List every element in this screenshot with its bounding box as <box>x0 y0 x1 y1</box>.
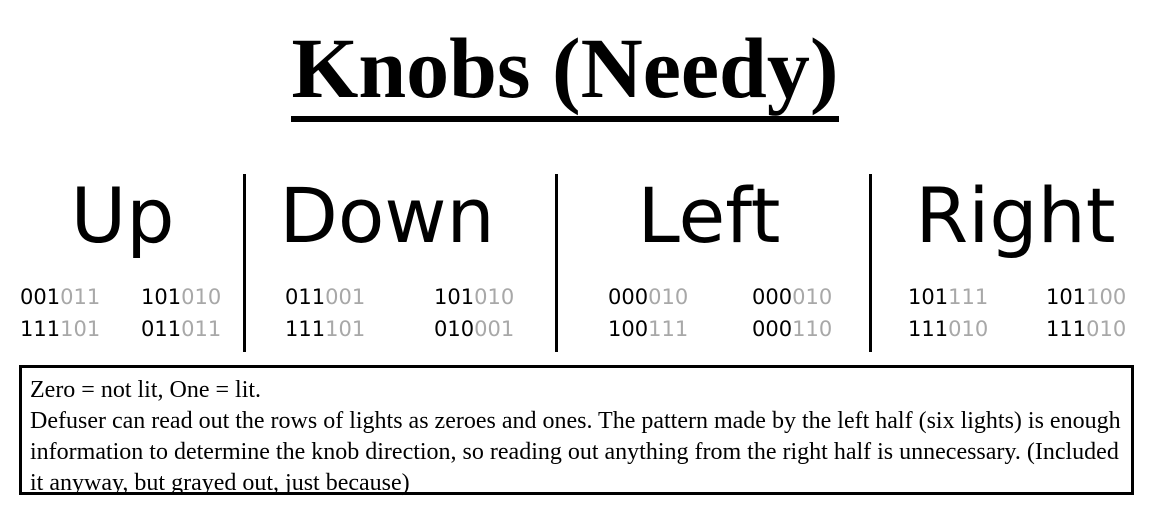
direction-label-down: Down <box>279 171 495 260</box>
pattern-right-half: 010 <box>948 317 989 341</box>
pattern-left-half: 111 <box>908 317 949 341</box>
info-description-text: Defuser can read out the rows of lights … <box>30 408 1121 496</box>
info-box: Zero = not lit, One = lit. Defuser can r… <box>19 365 1134 496</box>
pattern-right-half: 111 <box>648 317 689 341</box>
light-pattern: 000010 <box>608 281 688 313</box>
pattern-left-half: 111 <box>20 317 61 341</box>
direction-label-up: Up <box>70 171 175 260</box>
info-legend-text: Zero = not lit, One = lit. <box>30 377 262 403</box>
light-pattern: 111101 <box>285 313 365 345</box>
pattern-right-half: 001 <box>325 285 366 309</box>
pattern-left-half: 011 <box>141 317 182 341</box>
pattern-right-half: 010 <box>474 285 515 309</box>
pattern-left-half: 101 <box>141 285 182 309</box>
pattern-left-half: 100 <box>608 317 649 341</box>
pattern-left-half: 000 <box>608 285 649 309</box>
pattern-right-half: 101 <box>325 317 366 341</box>
pattern-left-half: 101 <box>434 285 475 309</box>
pattern-left-half: 101 <box>1046 285 1087 309</box>
light-pattern: 111010 <box>908 313 988 345</box>
pattern-left-half: 111 <box>1046 317 1087 341</box>
page-title-text: Knobs (Needy) <box>291 22 839 122</box>
direction-label-left: Left <box>637 171 781 260</box>
column-divider <box>243 174 246 352</box>
column-divider <box>869 174 872 352</box>
pattern-right-half: 101 <box>60 317 101 341</box>
pattern-right-half: 010 <box>648 285 689 309</box>
pattern-left-half: 010 <box>434 317 475 341</box>
pattern-left-half: 111 <box>285 317 326 341</box>
pattern-left-half: 000 <box>752 317 793 341</box>
page-title: Knobs (Needy) <box>0 18 1130 122</box>
light-pattern: 011011 <box>141 313 221 345</box>
light-pattern: 010001 <box>434 313 514 345</box>
pattern-left-half: 101 <box>908 285 949 309</box>
pattern-left-half: 000 <box>752 285 793 309</box>
direction-label-right: Right <box>915 171 1116 260</box>
pattern-right-half: 010 <box>792 285 833 309</box>
light-pattern: 000110 <box>752 313 832 345</box>
pattern-left-half: 011 <box>285 285 326 309</box>
light-pattern: 101010 <box>434 281 514 313</box>
light-pattern: 000010 <box>752 281 832 313</box>
pattern-right-half: 011 <box>181 317 222 341</box>
column-divider <box>555 174 558 352</box>
light-pattern: 101100 <box>1046 281 1126 313</box>
pattern-right-half: 011 <box>60 285 101 309</box>
light-pattern: 100111 <box>608 313 688 345</box>
pattern-right-half: 100 <box>1086 285 1127 309</box>
light-pattern: 011001 <box>285 281 365 313</box>
pattern-right-half: 001 <box>474 317 515 341</box>
light-pattern: 101111 <box>908 281 988 313</box>
light-pattern: 111010 <box>1046 313 1126 345</box>
pattern-right-half: 010 <box>1086 317 1127 341</box>
light-pattern: 111101 <box>20 313 100 345</box>
light-pattern: 101010 <box>141 281 221 313</box>
pattern-right-half: 110 <box>792 317 833 341</box>
pattern-right-half: 111 <box>948 285 989 309</box>
pattern-right-half: 010 <box>181 285 222 309</box>
pattern-left-half: 001 <box>20 285 61 309</box>
light-pattern: 001011 <box>20 281 100 313</box>
